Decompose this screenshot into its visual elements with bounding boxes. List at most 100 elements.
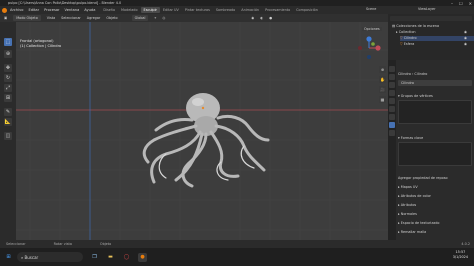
tab-modelado[interactable]: Modelado: [118, 7, 141, 13]
rotate-tool-icon[interactable]: ↻: [4, 74, 12, 82]
tool-tab-icon[interactable]: [389, 66, 395, 72]
transform-tool-icon[interactable]: ⊞: [4, 94, 12, 102]
outliner-search-field[interactable]: [390, 16, 472, 21]
menu-objeto[interactable]: Objeto: [106, 16, 117, 20]
section-attributes[interactable]: ▸ Atributos: [398, 203, 472, 207]
clock-date: 3/1/2024: [452, 255, 468, 259]
menu-editar[interactable]: Editar: [28, 8, 39, 12]
menu-vista[interactable]: Vista: [47, 16, 55, 20]
menu-archivo[interactable]: Archivo: [10, 8, 23, 12]
outliner-root[interactable]: ▤ Colecciones de la escena: [392, 24, 439, 28]
move-tool-icon[interactable]: ✥: [4, 64, 12, 72]
shading-solid-icon[interactable]: ●: [269, 16, 272, 20]
menu-ventana[interactable]: Ventana: [65, 8, 80, 12]
octopus-model[interactable]: [142, 93, 270, 188]
tab-esculpir[interactable]: Esculpir: [140, 7, 160, 13]
scene-tab-icon[interactable]: [389, 90, 395, 96]
section-normals[interactable]: ▸ Normales: [398, 212, 472, 216]
world-tab-icon[interactable]: [389, 98, 395, 104]
taskbar-search[interactable]: ⌕ Buscar: [17, 252, 83, 262]
proportional-edit-icon[interactable]: ◎: [162, 16, 165, 20]
tab-sombreado[interactable]: Sombreado: [213, 7, 238, 13]
opera-browser-icon[interactable]: ◯: [122, 253, 131, 262]
camera-view-icon[interactable]: 🎥: [379, 86, 386, 93]
menu-ayuda[interactable]: Ayuda: [84, 8, 95, 12]
modifier-tab-icon[interactable]: [389, 114, 395, 120]
windows-start-icon[interactable]: ⊞: [4, 253, 13, 262]
visibility-eye-icon[interactable]: ◉: [464, 30, 467, 34]
vertex-groups-list[interactable]: [398, 100, 472, 124]
options-dropdown[interactable]: Opciones: [362, 27, 382, 31]
taskbar: ⊞ ⌕ Buscar ❐ ▬ ◯ ● 15:57 3/1/2024: [0, 248, 474, 266]
shape-keys-list[interactable]: [398, 142, 472, 166]
version-label: 4.0.2: [461, 242, 470, 246]
pan-hand-icon[interactable]: ✋: [379, 76, 386, 83]
tab-editar-uv[interactable]: Editar UV: [160, 7, 182, 13]
render-tab-icon[interactable]: [389, 74, 395, 80]
visibility-eye-icon[interactable]: ◉: [464, 42, 467, 46]
blender-logo-icon[interactable]: [2, 7, 7, 13]
close-icon[interactable]: ✕: [469, 1, 472, 6]
properties-tabs: [388, 60, 396, 240]
status-select-hint: Seleccionar: [6, 242, 26, 246]
collection-object-label: (1) Collection | Cilindro: [20, 44, 62, 48]
status-object-hint: Objeto: [99, 242, 112, 246]
menu-agregar[interactable]: Agregar: [87, 16, 101, 20]
editor-type-icon[interactable]: ▣: [4, 16, 7, 20]
vertex-groups-header[interactable]: ▾ Grupos de vértices: [398, 94, 472, 98]
scale-tool-icon[interactable]: ⤢: [4, 84, 12, 92]
view-layer-selector[interactable]: ViewLayer: [418, 7, 436, 11]
section-uv-maps[interactable]: ▸ Mapas UV: [398, 185, 472, 189]
section-texture-space[interactable]: ▸ Espacio de texturizado: [398, 221, 472, 225]
tool-bar: ⬚ ⊕ ✥ ↻ ⤢ ⊞ ✎ 📐 ◫: [0, 22, 16, 240]
outliner-item-esfera[interactable]: ▽ Esfera: [400, 42, 414, 46]
tab-composicion[interactable]: Composición: [293, 7, 321, 13]
annotate-tool-icon[interactable]: ✎: [4, 108, 12, 116]
file-explorer-icon[interactable]: ▬: [106, 253, 115, 262]
transform-orientation-dropdown[interactable]: Global: [131, 15, 149, 21]
grid-view-icon[interactable]: ▦: [379, 96, 386, 103]
blender-taskbar-icon[interactable]: ●: [138, 252, 147, 262]
mode-dropdown[interactable]: Modo Objeto: [13, 15, 41, 21]
outliner-collection[interactable]: ▸ Collection: [396, 30, 416, 34]
object-tab-icon[interactable]: [389, 106, 395, 112]
add-cube-tool-icon[interactable]: ◫: [4, 132, 12, 140]
overlays-icon[interactable]: ◐: [260, 16, 263, 20]
mesh-data-field[interactable]: Cilindro: [398, 80, 472, 86]
properties-panel: Cilindro › Cilindro Cilindro ▾ Grupos de…: [388, 60, 474, 240]
section-remesh[interactable]: ▸ Remallar malla: [398, 230, 472, 234]
navigation-gizmo[interactable]: [357, 36, 381, 60]
measure-tool-icon[interactable]: 📐: [4, 118, 12, 126]
scene-selector[interactable]: Scene: [366, 7, 376, 11]
menu-bar: Archivo Editar Procesar Ventana Ayuda Di…: [0, 6, 474, 14]
outliner-panel: ▤ Colecciones de la escena ▸ Collection …: [388, 14, 474, 60]
tab-animacion[interactable]: Animación: [238, 7, 262, 13]
menu-procesar[interactable]: Procesar: [44, 8, 59, 12]
output-tab-icon[interactable]: [389, 82, 395, 88]
viewport-header: ▣ Modo Objeto Vista Seleccionar Agregar …: [0, 14, 388, 22]
select-box-tool-icon[interactable]: ⬚: [4, 38, 12, 46]
window-title: pulpo [C:\Users\Anna Con Pollo\Desktop\p…: [8, 1, 122, 5]
maximize-icon[interactable]: ☐: [459, 1, 463, 6]
visibility-icon[interactable]: ◉: [251, 16, 254, 20]
status-rotate-hint: Rotar vista: [53, 242, 72, 246]
breadcrumb: Cilindro › Cilindro: [398, 72, 428, 76]
visibility-eye-icon[interactable]: ◉: [464, 36, 467, 40]
menu-seleccionar[interactable]: Seleccionar: [61, 16, 81, 20]
snap-icon[interactable]: ⌖: [154, 16, 156, 20]
material-tab-icon[interactable]: [389, 130, 395, 136]
tab-diseno[interactable]: Diseño: [100, 7, 118, 13]
shape-keys-header[interactable]: ▾ Formas clave: [398, 136, 472, 140]
section-rest-position[interactable]: Agregar propiedad de reposo: [398, 176, 472, 180]
minimize-icon[interactable]: –: [451, 1, 453, 6]
section-color-attributes[interactable]: ▸ Atributos de color: [398, 194, 472, 198]
tab-pintar-texturas[interactable]: Pintar texturas: [182, 7, 213, 13]
outliner-item-cilindro[interactable]: ▽ Cilindro: [400, 36, 474, 41]
tab-procesamiento[interactable]: Procesamiento: [262, 7, 293, 13]
cursor-tool-icon[interactable]: ⊕: [4, 50, 12, 58]
zoom-icon[interactable]: ⊕: [379, 66, 386, 73]
system-clock[interactable]: 15:57 3/1/2024: [453, 250, 468, 260]
3d-viewport[interactable]: Frontal (ortogonal) (1) Collection | Cil…: [16, 22, 388, 240]
task-view-icon[interactable]: ❐: [90, 253, 99, 262]
data-tab-icon[interactable]: [389, 122, 395, 128]
